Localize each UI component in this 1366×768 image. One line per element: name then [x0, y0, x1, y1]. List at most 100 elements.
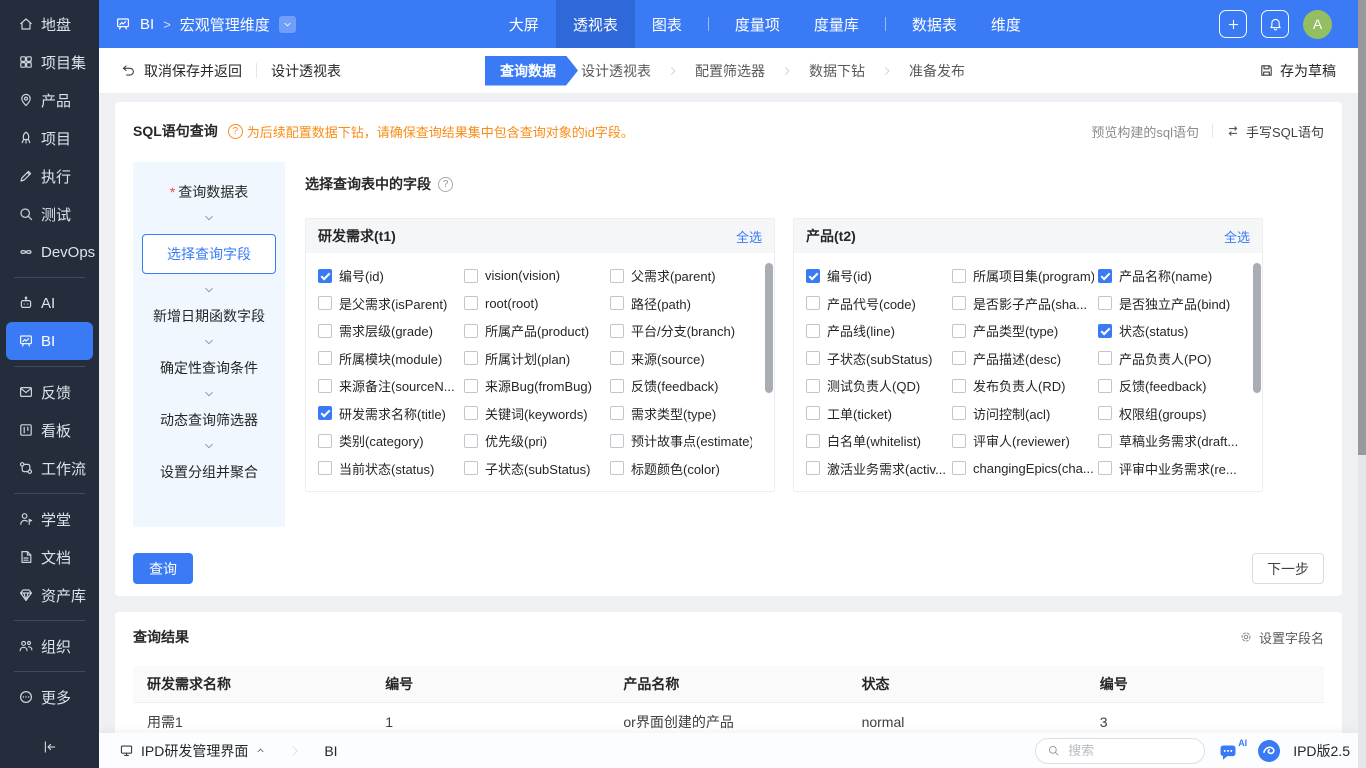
tab-度量库[interactable]: 度量库 [797, 0, 876, 48]
sidebar-item-feedback[interactable]: 反馈 [6, 373, 93, 411]
field-checkbox-item[interactable]: 子状态(subStatus) [806, 349, 952, 368]
page-title[interactable]: 宏观管理维度 [180, 14, 270, 35]
checkbox-unchecked[interactable] [952, 269, 966, 283]
checkbox-unchecked[interactable] [610, 269, 624, 283]
sidebar-item-workflow[interactable]: 工作流 [6, 449, 93, 487]
page-scrollbar-thumb[interactable] [1358, 0, 1366, 455]
checkbox-unchecked[interactable] [610, 406, 624, 420]
field-checkbox-item[interactable]: 路径(path) [610, 294, 756, 313]
field-checkbox-item[interactable]: changingEpics(cha... [952, 461, 1098, 476]
title-dropdown-button[interactable] [279, 16, 296, 33]
field-checkbox-item[interactable]: 当前状态(status) [318, 459, 464, 478]
sidebar-item-devops[interactable]: DevOps [6, 233, 93, 271]
field-checkbox-item[interactable]: 编号(id) [806, 266, 952, 285]
tab-数据表[interactable]: 数据表 [895, 0, 974, 48]
sidebar-item-bi[interactable]: BI [6, 322, 93, 360]
avatar[interactable]: A [1303, 10, 1332, 39]
field-checkbox-item[interactable]: 平台/分支(branch) [610, 321, 756, 340]
checkbox-unchecked[interactable] [1098, 406, 1112, 420]
checkbox-unchecked[interactable] [952, 296, 966, 310]
query-button[interactable]: 查询 [133, 553, 193, 584]
checkbox-checked[interactable] [1098, 324, 1112, 338]
preview-sql-link[interactable]: 预览构建的sql语句 [1091, 122, 1199, 141]
sidebar-item-learning[interactable]: 学堂 [6, 500, 93, 538]
field-checkbox-item[interactable]: 子状态(subStatus) [464, 459, 610, 478]
create-new-button[interactable] [1219, 10, 1247, 38]
checkbox-unchecked[interactable] [318, 351, 332, 365]
field-checkbox-item[interactable]: vision(vision) [464, 268, 610, 283]
field-checkbox-item[interactable]: 关键词(keywords) [464, 404, 610, 423]
field-checkbox-item[interactable]: 所属产品(product) [464, 321, 610, 340]
checkbox-unchecked[interactable] [464, 269, 478, 283]
field-checkbox-item[interactable]: 研发需求名称(title) [318, 404, 464, 423]
sidebar-item-org[interactable]: 组织 [6, 627, 93, 665]
checkbox-unchecked[interactable] [464, 296, 478, 310]
checkbox-unchecked[interactable] [464, 324, 478, 338]
field-checkbox-item[interactable]: 来源Bug(fromBug) [464, 376, 610, 395]
next-step-button[interactable]: 下一步 [1252, 553, 1324, 584]
field-checkbox-item[interactable]: 白名单(whitelist) [806, 431, 952, 450]
field-checkbox-item[interactable]: 测试负责人(QD) [806, 376, 952, 395]
set-field-name-button[interactable]: 设置字段名 [1239, 628, 1324, 647]
checkbox-unchecked[interactable] [952, 379, 966, 393]
wizard-step-5[interactable]: 准备发布 [906, 61, 968, 81]
breadcrumb-app[interactable]: BI [140, 16, 154, 33]
sidebar-collapse-button[interactable] [0, 726, 99, 768]
field-checkbox-item[interactable]: 编号(id) [318, 266, 464, 285]
field-checkbox-item[interactable]: 产品描述(desc) [952, 349, 1098, 368]
field-checkbox-item[interactable]: 产品名称(name) [1098, 266, 1244, 285]
field-checkbox-item[interactable]: 是否独立产品(bind) [1098, 294, 1244, 313]
panel-scrollbar-thumb[interactable] [765, 263, 773, 393]
field-checkbox-item[interactable]: 来源备注(sourceN... [318, 376, 464, 395]
checkbox-unchecked[interactable] [1098, 434, 1112, 448]
wizard-step-4[interactable]: 数据下钻 [806, 61, 868, 81]
field-checkbox-item[interactable]: 产品代号(code) [806, 294, 952, 313]
checkbox-unchecked[interactable] [952, 461, 966, 475]
checkbox-unchecked[interactable] [464, 434, 478, 448]
sidebar-item-home[interactable]: 地盘 [6, 5, 93, 43]
query-step-1[interactable]: *查询数据表 [170, 182, 248, 202]
checkbox-unchecked[interactable] [806, 296, 820, 310]
field-checkbox-item[interactable]: 是父需求(isParent) [318, 294, 464, 313]
sidebar-item-docs[interactable]: 文档 [6, 538, 93, 576]
checkbox-unchecked[interactable] [318, 324, 332, 338]
checkbox-unchecked[interactable] [318, 379, 332, 393]
wizard-step-2[interactable]: 设计透视表 [578, 61, 654, 81]
checkbox-checked[interactable] [318, 406, 332, 420]
checkbox-unchecked[interactable] [318, 461, 332, 475]
checkbox-unchecked[interactable] [806, 324, 820, 338]
checkbox-unchecked[interactable] [952, 434, 966, 448]
field-checkbox-item[interactable]: 反馈(feedback) [610, 376, 756, 395]
checkbox-unchecked[interactable] [464, 351, 478, 365]
checkbox-unchecked[interactable] [952, 351, 966, 365]
help-icon[interactable]: ? [228, 124, 243, 139]
checkbox-unchecked[interactable] [806, 461, 820, 475]
fields-help-icon[interactable]: ? [438, 177, 453, 192]
query-step-4[interactable]: 确定性查询条件 [160, 358, 258, 378]
field-checkbox-item[interactable]: 权限组(groups) [1098, 404, 1244, 423]
checkbox-unchecked[interactable] [1098, 379, 1112, 393]
sidebar-item-programs[interactable]: 项目集 [6, 43, 93, 81]
sidebar-item-assets[interactable]: 资产库 [6, 576, 93, 614]
checkbox-unchecked[interactable] [610, 461, 624, 475]
checkbox-unchecked[interactable] [610, 434, 624, 448]
notifications-button[interactable] [1261, 10, 1289, 38]
sidebar-item-project[interactable]: 项目 [6, 119, 93, 157]
field-checkbox-item[interactable]: 是否影子产品(sha... [952, 294, 1098, 313]
checkbox-unchecked[interactable] [464, 406, 478, 420]
sidebar-item-test[interactable]: 测试 [6, 195, 93, 233]
query-step-2[interactable]: 选择查询字段 [142, 234, 276, 274]
workspace-switcher[interactable]: IPD研发管理界面 [119, 741, 266, 761]
select-all-link[interactable]: 全选 [736, 227, 762, 246]
field-checkbox-item[interactable]: 产品类型(type) [952, 321, 1098, 340]
query-step-5[interactable]: 动态查询筛选器 [160, 410, 258, 430]
panel-scrollbar-thumb[interactable] [1253, 263, 1261, 393]
field-checkbox-item[interactable]: 评审中业务需求(re... [1098, 459, 1244, 478]
checkbox-unchecked[interactable] [464, 461, 478, 475]
field-checkbox-item[interactable]: 草稿业务需求(draft... [1098, 431, 1244, 450]
tab-图表[interactable]: 图表 [635, 0, 699, 48]
checkbox-unchecked[interactable] [952, 406, 966, 420]
field-checkbox-item[interactable]: 所属计划(plan) [464, 349, 610, 368]
field-checkbox-item[interactable]: 父需求(parent) [610, 266, 756, 285]
field-checkbox-item[interactable]: 反馈(feedback) [1098, 376, 1244, 395]
